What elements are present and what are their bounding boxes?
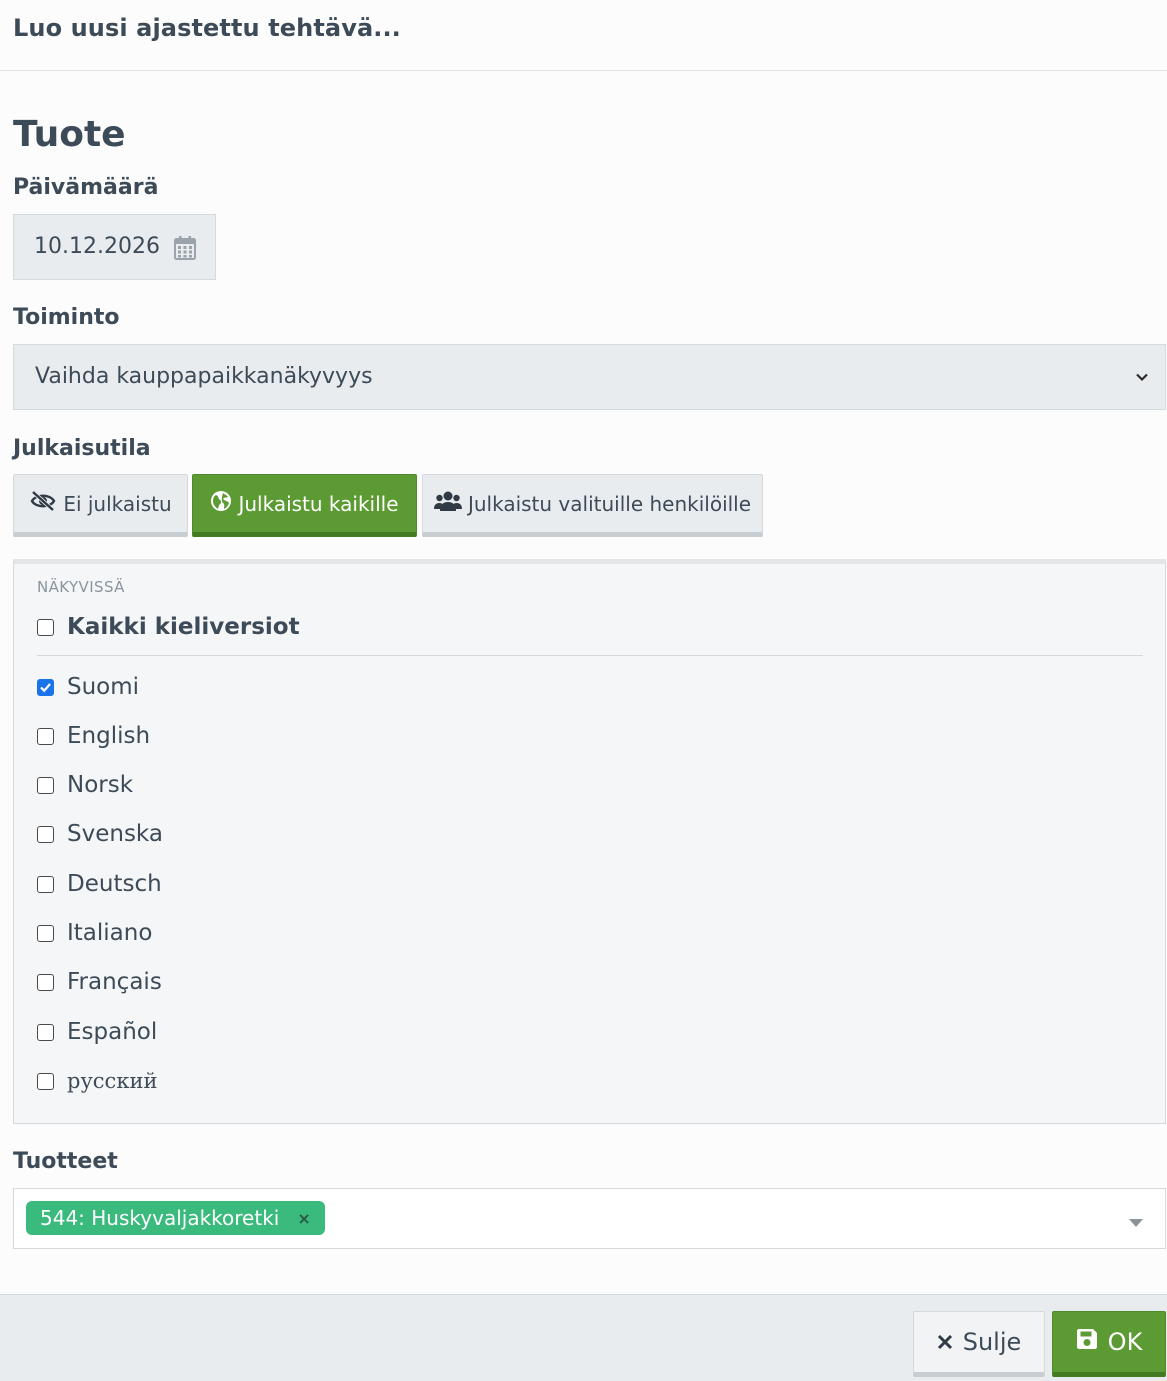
product-tag: 544: Huskyvaljakkoretki × <box>26 1201 325 1235</box>
language-label: Español <box>67 1019 158 1045</box>
caret-down-icon[interactable] <box>1129 1213 1143 1232</box>
language-checkbox-francais[interactable] <box>37 973 54 991</box>
calendar-icon[interactable] <box>174 236 196 264</box>
ok-label: OK <box>1107 1328 1143 1356</box>
language-checkbox-norsk[interactable] <box>37 776 54 794</box>
all-languages-row[interactable]: Kaikki kieliversiot <box>37 612 300 642</box>
action-label: Toiminto <box>13 305 120 330</box>
users-icon <box>433 491 462 516</box>
language-label: русский <box>67 1069 158 1093</box>
globe-icon <box>210 490 232 517</box>
language-row-svenska[interactable]: Svenska <box>37 819 163 849</box>
date-value: 10.12.2026 <box>34 234 160 259</box>
save-icon <box>1076 1328 1098 1356</box>
language-checkbox-deutsch[interactable] <box>37 875 54 893</box>
language-checkbox-svenska[interactable] <box>37 825 54 843</box>
products-select[interactable]: 544: Huskyvaljakkoretki × <box>13 1188 1166 1249</box>
published-selected-label: Julkaistu valituille henkilöille <box>467 491 752 516</box>
date-label: Päivämäärä <box>13 175 159 200</box>
divider <box>37 655 1143 656</box>
language-checkbox-russian[interactable] <box>37 1072 54 1090</box>
language-row-norsk[interactable]: Norsk <box>37 770 133 800</box>
close-label: Sulje <box>962 1328 1022 1356</box>
published-all-button[interactable]: Julkaistu kaikille <box>192 474 417 537</box>
language-label: Norsk <box>67 772 134 798</box>
language-label: English <box>67 723 151 749</box>
language-row-espanol[interactable]: Español <box>37 1017 157 1047</box>
language-checkbox-suomi[interactable] <box>37 678 54 696</box>
published-all-label: Julkaistu kaikille <box>238 491 399 516</box>
section-title: Tuote <box>13 114 126 155</box>
products-label: Tuotteet <box>13 1149 118 1174</box>
language-row-deutsch[interactable]: Deutsch <box>37 869 162 899</box>
close-button[interactable]: Sulje <box>913 1311 1045 1377</box>
language-checkbox-espanol[interactable] <box>37 1023 54 1041</box>
language-row-russian[interactable]: русский <box>37 1066 157 1096</box>
modal-header: Luo uusi ajastettu tehtävä... <box>0 0 1167 71</box>
product-tag-label: 544: Huskyvaljakkoretki <box>40 1206 280 1230</box>
language-label: Deutsch <box>67 871 162 897</box>
published-selected-button[interactable]: Julkaistu valituille henkilöille <box>422 474 763 537</box>
chevron-down-icon <box>1135 369 1149 388</box>
language-label: Svenska <box>67 821 163 847</box>
tag-remove-icon[interactable]: × <box>297 1209 310 1228</box>
language-checkbox-italiano[interactable] <box>37 924 54 942</box>
modal-footer: Sulje OK <box>0 1294 1167 1381</box>
language-label: Italiano <box>67 920 153 946</box>
language-row-suomi[interactable]: Suomi <box>37 672 139 702</box>
all-languages-checkbox[interactable] <box>37 618 54 636</box>
visibility-heading: NÄKYVISSÄ <box>37 578 125 596</box>
language-row-francais[interactable]: Français <box>37 967 162 997</box>
date-input[interactable]: 10.12.2026 <box>13 214 216 280</box>
not-published-label: Ei julkaistu <box>63 491 172 516</box>
eye-slash-icon <box>29 490 57 517</box>
publish-state-label: Julkaisutila <box>13 436 151 461</box>
not-published-button[interactable]: Ei julkaistu <box>13 474 188 537</box>
language-row-italiano[interactable]: Italiano <box>37 918 152 948</box>
all-languages-label: Kaikki kieliversiot <box>67 614 300 640</box>
language-row-english[interactable]: English <box>37 721 150 751</box>
ok-button[interactable]: OK <box>1052 1311 1166 1377</box>
action-select-value: Vaihda kauppapaikkanäkyvyys <box>35 364 373 389</box>
language-label: Français <box>67 969 162 995</box>
close-icon <box>937 1328 953 1356</box>
language-checkbox-english[interactable] <box>37 727 54 745</box>
language-visibility-panel: NÄKYVISSÄ Kaikki kieliversiot Suomi Engl… <box>13 559 1166 1124</box>
modal-title: Luo uusi ajastettu tehtävä... <box>13 14 401 42</box>
language-label: Suomi <box>67 674 140 700</box>
action-select[interactable]: Vaihda kauppapaikkanäkyvyys <box>13 344 1166 410</box>
